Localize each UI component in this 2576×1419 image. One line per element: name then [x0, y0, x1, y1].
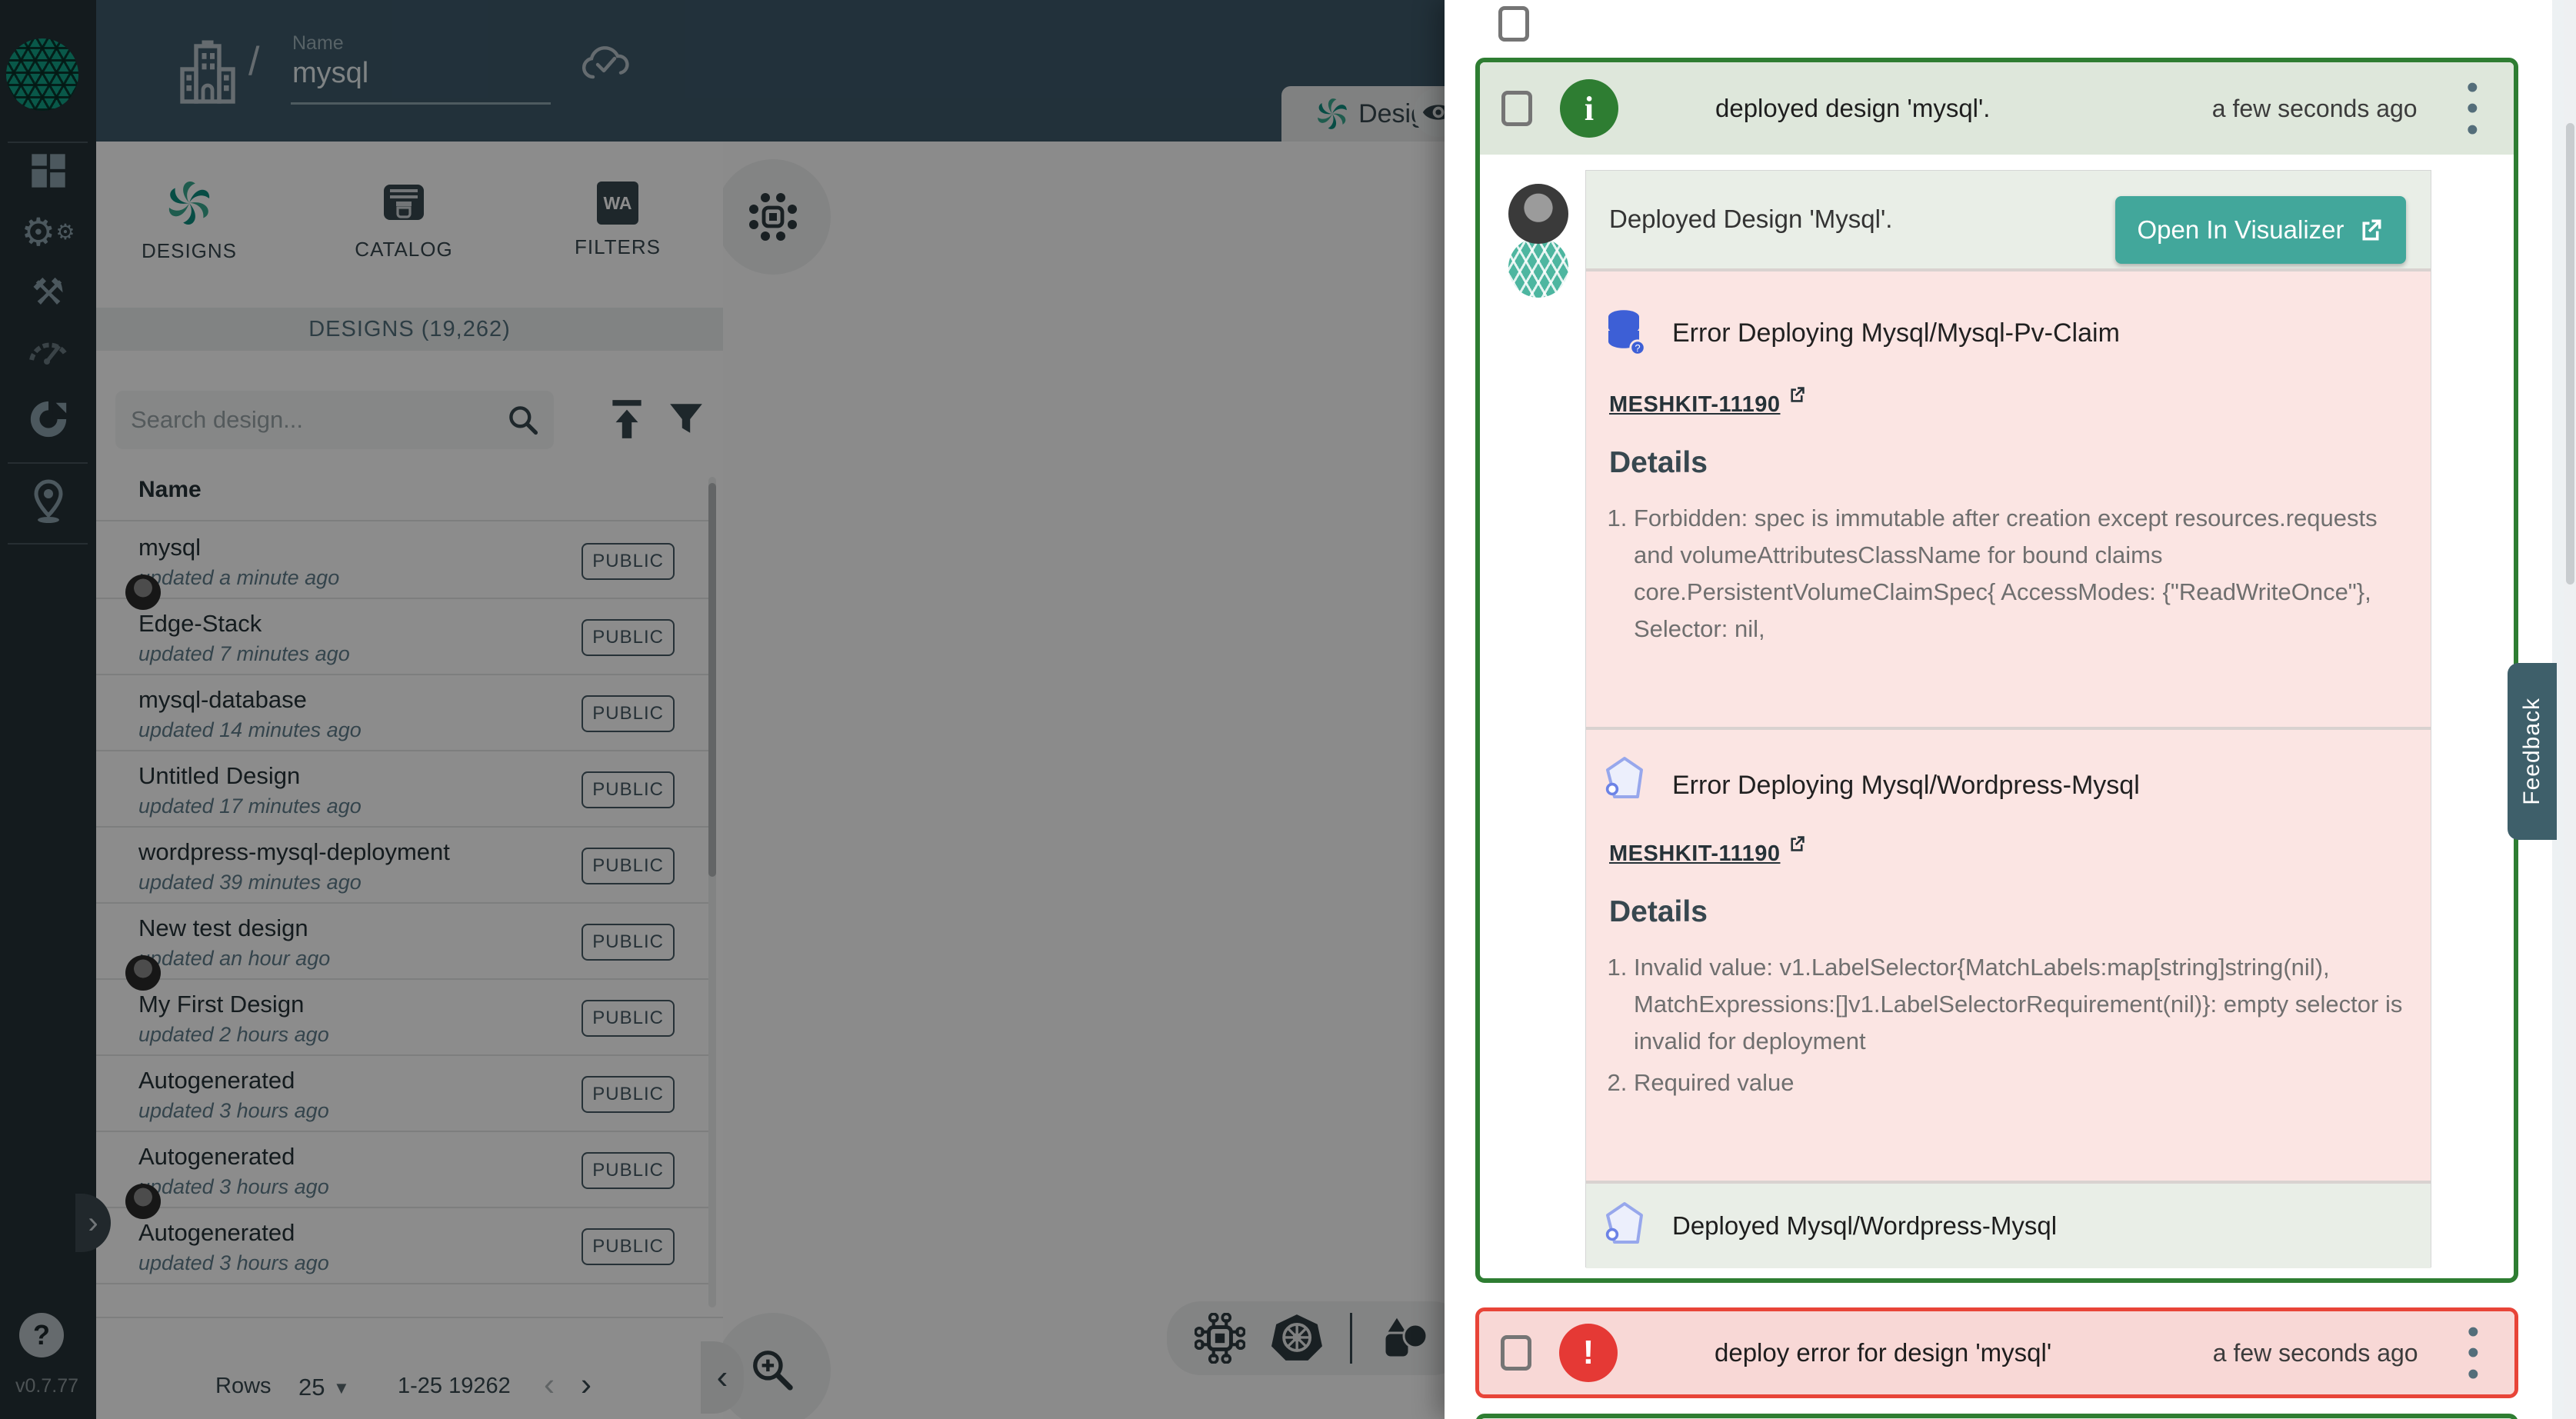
notification-card-partial[interactable] [1475, 1414, 2518, 1419]
kebab-menu-icon[interactable]: ••• [2467, 77, 2478, 140]
details-heading: Details [1609, 446, 1708, 480]
notification-title: deployed design 'mysql'. [1715, 94, 1990, 123]
error-title: Error Deploying Mysql/Mysql-Pv-Claim [1672, 318, 2120, 348]
error-details-list: Invalid value: v1.LabelSelector{MatchLab… [1601, 949, 2411, 1106]
user-avatar [1508, 184, 1568, 244]
external-link-icon [1787, 385, 1807, 405]
notification-title: deploy error for design 'mysql' [1715, 1338, 2051, 1367]
info-icon: i [1560, 79, 1618, 138]
notification-header[interactable]: i deployed design 'mysql'. a few seconds… [1480, 62, 2514, 155]
deployed-success-section: Deployed Mysql/Wordpress-Mysql [1586, 1184, 2431, 1268]
notification-card-deployed: i deployed design 'mysql'. a few seconds… [1475, 58, 2518, 1283]
svg-text:?: ? [1635, 342, 1640, 354]
feedback-tab[interactable]: Feedback [2508, 663, 2557, 840]
error-detail-item: Invalid value: v1.LabelSelector{MatchLab… [1634, 949, 2411, 1060]
meshkit-error-link[interactable]: MESHKIT-11190 [1609, 392, 1807, 418]
meshery-avatar [1508, 238, 1568, 298]
select-all-checkbox[interactable] [1498, 6, 1529, 42]
open-in-visualizer-button[interactable]: Open In Visualizer [2115, 196, 2406, 264]
kebab-menu-icon[interactable]: ••• [2468, 1321, 2479, 1384]
deployed-message: Deployed Design 'Mysql'. [1609, 205, 1892, 234]
error-details-list: Forbidden: spec is immutable after creat… [1601, 500, 2411, 652]
page-scrollbar-thumb[interactable] [2566, 123, 2574, 585]
external-link-icon [2357, 216, 2384, 244]
drawer-backdrop[interactable] [0, 0, 1445, 1419]
deployed-summary-section: Deployed Design 'Mysql'. Open In Visuali… [1586, 171, 2431, 268]
feedback-label: Feedback [2519, 698, 2545, 805]
notification-detail-card: Deployed Design 'Mysql'. Open In Visuali… [1585, 170, 2431, 1267]
notification-checkbox[interactable] [1501, 91, 1532, 126]
error-title: Error Deploying Mysql/Wordpress-Mysql [1672, 771, 2140, 801]
notification-time: a few seconds ago [2213, 1339, 2418, 1367]
details-heading: Details [1609, 895, 1708, 929]
notification-checkbox[interactable] [1501, 1335, 1531, 1371]
storage-icon: ? [1605, 309, 1647, 357]
notification-time: a few seconds ago [2212, 95, 2418, 123]
error-detail-item: Forbidden: spec is immutable after creat… [1634, 500, 2411, 648]
notification-card-error: ! deploy error for design 'mysql' a few … [1475, 1307, 2518, 1398]
pod-icon [1604, 1201, 1645, 1250]
notification-header[interactable]: ! deploy error for design 'mysql' a few … [1479, 1311, 2514, 1394]
notification-center: i deployed design 'mysql'. a few seconds… [1445, 0, 2576, 1419]
external-link-icon [1787, 834, 1807, 854]
success-line: Deployed Mysql/Wordpress-Mysql [1672, 1211, 2057, 1241]
meshkit-error-link[interactable]: MESHKIT-11190 [1609, 841, 1807, 867]
error-detail-item: Required value [1634, 1064, 2411, 1101]
error-icon: ! [1559, 1324, 1618, 1382]
pod-icon [1604, 755, 1645, 804]
meshery-app: ⚙⚙ ⚒ [0, 0, 2576, 1419]
